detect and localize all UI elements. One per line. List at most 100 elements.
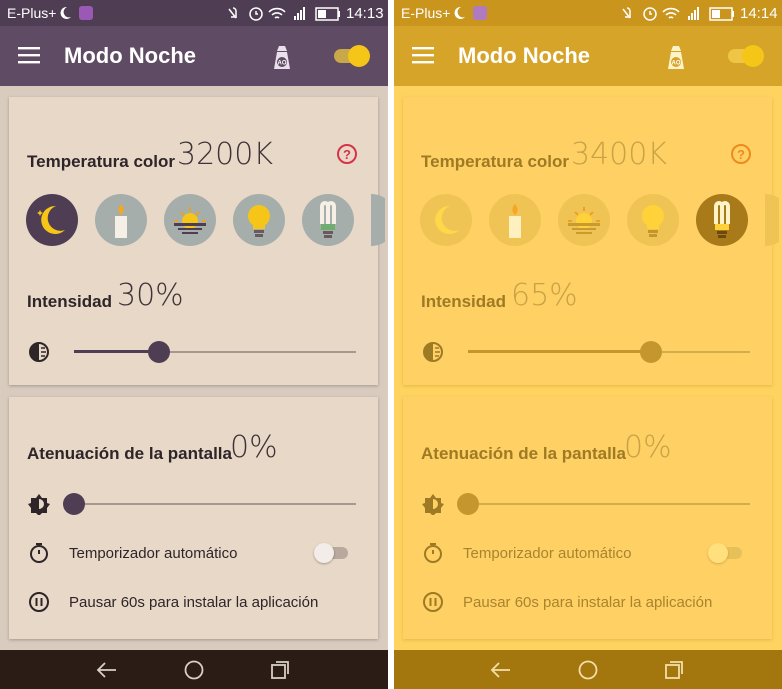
option-moon[interactable] <box>420 194 472 246</box>
pause-label[interactable]: Pausar 60s para instalar la aplicación <box>69 594 318 611</box>
sunset-icon <box>164 194 216 246</box>
help-icon[interactable]: ? <box>336 143 358 165</box>
option-moon[interactable] <box>26 194 78 246</box>
partial-option-icon <box>371 194 385 246</box>
dimming-card: Atenuación de la pantalla 0% Temporizado… <box>403 397 772 639</box>
brightness-icon <box>28 494 50 515</box>
content-area: Temperatura color 3200K ? Intensidad 30%… <box>0 86 388 650</box>
slider-knob[interactable] <box>63 493 85 515</box>
svg-text:?: ? <box>343 147 351 162</box>
recents-icon[interactable] <box>269 659 291 681</box>
night-mode-screen-before: E-Plus+ 14:13 Modo Noche AO Temperatura … <box>0 0 388 689</box>
home-icon[interactable] <box>577 659 599 681</box>
night-mode-toggle[interactable] <box>332 45 370 67</box>
candle-icon <box>95 194 147 246</box>
intensity-label: Intensidad <box>421 292 507 311</box>
help-icon[interactable]: ? <box>730 143 752 165</box>
alarm-icon <box>249 7 263 21</box>
cfl-bulb-icon <box>302 194 354 246</box>
sunset-icon <box>558 194 610 246</box>
night-mode-screen-after: E-Plus+ 14:14 Modo Noche AO Temperatura … <box>394 0 782 689</box>
night-moon-icon <box>454 6 465 19</box>
dimming-label: Atenuación de la pantalla <box>421 444 626 463</box>
signal-icon <box>688 7 699 20</box>
dimming-value: 0% <box>230 430 278 465</box>
option-sunset[interactable] <box>164 194 216 246</box>
alarm-icon <box>643 7 657 21</box>
app-bar: Modo Noche AO <box>394 26 782 86</box>
dimming-label: Atenuación de la pantalla <box>27 444 232 463</box>
recents-icon[interactable] <box>663 659 685 681</box>
intensity-slider[interactable] <box>74 340 356 364</box>
dimming-card: Atenuación de la pantalla 0% Temporizado… <box>9 397 378 639</box>
dimming-slider[interactable] <box>63 492 356 516</box>
slider-fill <box>74 350 159 353</box>
timer-toggle[interactable] <box>708 543 744 563</box>
contrast-icon <box>423 342 443 362</box>
app-notification-icon <box>79 6 93 20</box>
home-icon[interactable] <box>183 659 205 681</box>
timer-icon <box>30 543 48 563</box>
svg-text:?: ? <box>737 147 745 162</box>
temperature-value: 3200K <box>177 137 274 172</box>
app-title: Modo Noche <box>458 43 590 68</box>
content-area: Temperatura color 3400K ? Intensidad 65%… <box>394 86 782 650</box>
temperature-value: 3400K <box>571 137 668 172</box>
status-time: 14:13 <box>346 5 384 22</box>
slider-knob[interactable] <box>148 341 170 363</box>
brightness-icon <box>422 494 444 515</box>
mute-icon <box>228 7 237 19</box>
status-icons <box>228 7 340 21</box>
option-cfl-bulb[interactable] <box>302 194 354 246</box>
option-sunset[interactable] <box>558 194 610 246</box>
status-bar: E-Plus+ 14:14 <box>394 0 782 26</box>
lightbulb-icon <box>233 194 285 246</box>
slider-knob[interactable] <box>457 493 479 515</box>
option-bulb[interactable] <box>233 194 285 246</box>
svg-text:AO: AO <box>672 61 681 67</box>
mute-icon <box>622 7 631 19</box>
candle-icon <box>489 194 541 246</box>
navigation-bar <box>394 650 782 689</box>
moon-icon <box>420 194 472 246</box>
auto-tower-icon[interactable]: AO <box>664 43 688 71</box>
option-more[interactable] <box>371 194 385 246</box>
option-bulb[interactable] <box>627 194 679 246</box>
app-bar: Modo Noche AO <box>0 26 388 86</box>
intensity-value: 30% <box>117 278 184 313</box>
slider-knob[interactable] <box>640 341 662 363</box>
battery-icon <box>315 7 340 21</box>
option-candle[interactable] <box>95 194 147 246</box>
menu-icon[interactable] <box>412 46 434 64</box>
pause-label[interactable]: Pausar 60s para instalar la aplicación <box>463 594 712 611</box>
partial-option-icon <box>765 194 779 246</box>
temperature-label: Temperatura color <box>421 152 570 171</box>
option-cfl-bulb[interactable] <box>696 194 748 246</box>
temperature-card: Temperatura color 3200K ? Intensidad 30% <box>9 97 385 385</box>
option-more[interactable] <box>765 194 779 246</box>
dimming-slider[interactable] <box>457 492 750 516</box>
wifi-icon <box>268 7 286 19</box>
temperature-card: Temperatura color 3400K ? Intensidad 65% <box>403 97 779 385</box>
lightbulb-icon <box>627 194 679 246</box>
navigation-bar <box>0 650 388 689</box>
slider-rail <box>74 503 356 505</box>
intensity-slider[interactable] <box>468 340 750 364</box>
slider-rail <box>468 503 750 505</box>
auto-tower-icon[interactable]: AO <box>270 43 294 71</box>
slider-fill <box>468 350 651 353</box>
battery-icon <box>709 7 734 21</box>
status-bar: E-Plus+ 14:13 <box>0 0 388 26</box>
timer-label: Temporizador automático <box>463 545 632 562</box>
night-mode-toggle[interactable] <box>726 45 764 67</box>
app-title: Modo Noche <box>64 43 196 68</box>
timer-toggle[interactable] <box>314 543 350 563</box>
option-candle[interactable] <box>489 194 541 246</box>
back-icon[interactable] <box>96 659 118 681</box>
intensity-value: 65% <box>511 278 578 313</box>
night-moon-icon <box>60 6 71 19</box>
menu-icon[interactable] <box>18 46 40 64</box>
back-icon[interactable] <box>490 659 512 681</box>
app-notification-icon <box>473 6 487 20</box>
intensity-label: Intensidad <box>27 292 113 311</box>
